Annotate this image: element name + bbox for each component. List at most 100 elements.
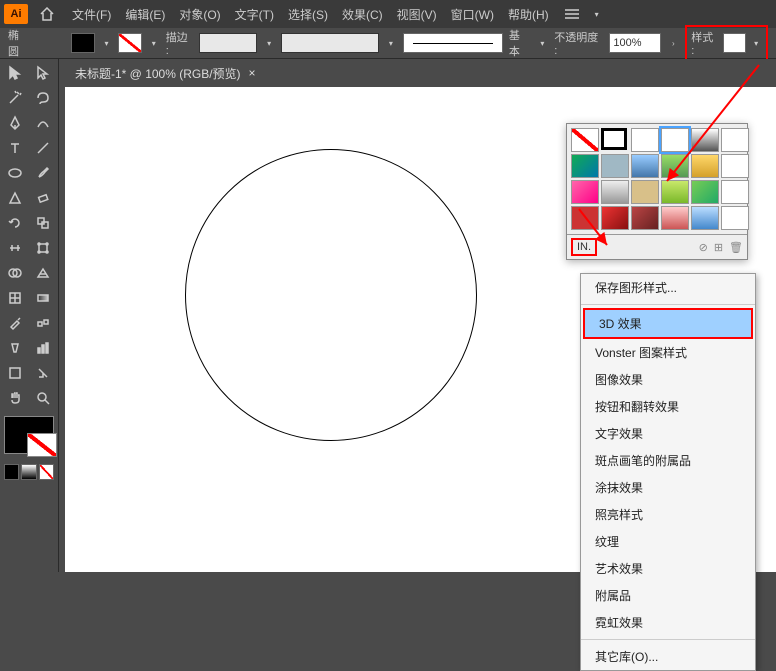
menu-window[interactable]: 窗口(W) bbox=[445, 2, 500, 27]
line-tool[interactable] bbox=[30, 136, 56, 160]
cm-additive[interactable]: 附属品 bbox=[581, 582, 755, 609]
shape-builder-tool[interactable] bbox=[2, 261, 28, 285]
artboard-tool[interactable] bbox=[2, 361, 28, 385]
menu-select[interactable]: 选择(S) bbox=[282, 2, 334, 27]
shaper-tool[interactable] bbox=[2, 186, 28, 210]
stroke-weight-input[interactable] bbox=[199, 33, 257, 53]
mode-none-icon[interactable] bbox=[39, 464, 54, 480]
ellipse-shape[interactable] bbox=[185, 149, 477, 441]
lasso-tool[interactable] bbox=[30, 86, 56, 110]
ellipse-tool[interactable] bbox=[2, 161, 28, 185]
chevron-right-icon[interactable]: › bbox=[667, 34, 679, 52]
style-thumb[interactable] bbox=[721, 206, 749, 230]
paintbrush-tool[interactable] bbox=[30, 161, 56, 185]
menu-edit[interactable]: 编辑(E) bbox=[119, 2, 171, 27]
gradient-tool[interactable] bbox=[30, 286, 56, 310]
variable-width-input[interactable] bbox=[281, 33, 379, 53]
document-tab[interactable]: 未标题-1* @ 100% (RGB/预览) × bbox=[67, 61, 264, 86]
menu-help[interactable]: 帮助(H) bbox=[502, 2, 555, 27]
eyedropper-tool[interactable] bbox=[2, 311, 28, 335]
cm-vonster[interactable]: Vonster 图案样式 bbox=[581, 339, 755, 366]
perspective-tool[interactable] bbox=[30, 261, 56, 285]
eraser-tool[interactable] bbox=[30, 186, 56, 210]
zoom-tool[interactable] bbox=[30, 386, 56, 410]
style-thumb[interactable] bbox=[631, 128, 659, 152]
direct-selection-tool[interactable] bbox=[30, 61, 56, 85]
style-thumb[interactable] bbox=[691, 154, 719, 178]
style-thumb[interactable] bbox=[661, 206, 689, 230]
chevron-down-icon[interactable]: ▾ bbox=[536, 34, 548, 52]
width-tool[interactable] bbox=[2, 236, 28, 260]
mode-color-icon[interactable] bbox=[4, 464, 19, 480]
opacity-input[interactable] bbox=[609, 33, 661, 53]
chevron-down-icon[interactable]: ▾ bbox=[101, 34, 113, 52]
style-thumb[interactable] bbox=[601, 154, 629, 178]
style-thumb[interactable] bbox=[571, 154, 599, 178]
cm-image-effects[interactable]: 图像效果 bbox=[581, 366, 755, 393]
style-thumb[interactable] bbox=[601, 206, 629, 230]
curvature-tool[interactable] bbox=[30, 111, 56, 135]
mesh-tool[interactable] bbox=[2, 286, 28, 310]
cm-neon[interactable]: 霓虹效果 bbox=[581, 609, 755, 636]
style-thumb[interactable] bbox=[571, 128, 599, 152]
scale-tool[interactable] bbox=[30, 211, 56, 235]
selection-tool[interactable] bbox=[2, 61, 28, 85]
brush-definition[interactable] bbox=[403, 33, 503, 53]
style-thumb[interactable] bbox=[721, 154, 749, 178]
slice-tool[interactable] bbox=[30, 361, 56, 385]
pen-tool[interactable] bbox=[2, 111, 28, 135]
menu-file[interactable]: 文件(F) bbox=[66, 2, 117, 27]
cm-save-style[interactable]: 保存图形样式... bbox=[581, 274, 755, 301]
menu-object[interactable]: 对象(O) bbox=[173, 2, 226, 27]
column-graph-tool[interactable] bbox=[30, 336, 56, 360]
new-style-icon[interactable]: ⊞ bbox=[714, 241, 723, 254]
mode-gradient-icon[interactable] bbox=[21, 464, 36, 480]
style-swatch[interactable] bbox=[723, 33, 747, 53]
cm-buttons[interactable]: 按钮和翻转效果 bbox=[581, 393, 755, 420]
style-thumb[interactable] bbox=[571, 206, 599, 230]
symbol-sprayer-tool[interactable] bbox=[2, 336, 28, 360]
style-thumb[interactable] bbox=[571, 180, 599, 204]
cm-texture[interactable]: 纹理 bbox=[581, 528, 755, 555]
style-thumb[interactable] bbox=[721, 128, 749, 152]
rotate-tool[interactable] bbox=[2, 211, 28, 235]
style-thumb[interactable] bbox=[631, 154, 659, 178]
color-picker[interactable] bbox=[0, 412, 58, 484]
free-transform-tool[interactable] bbox=[30, 236, 56, 260]
style-thumb[interactable] bbox=[691, 206, 719, 230]
library-menu-button[interactable]: IN. bbox=[571, 238, 597, 256]
menu-view[interactable]: 视图(V) bbox=[391, 2, 443, 27]
style-thumb[interactable] bbox=[661, 154, 689, 178]
cm-artistic[interactable]: 艺术效果 bbox=[581, 555, 755, 582]
chevron-down-icon[interactable]: ▾ bbox=[750, 34, 762, 52]
style-thumb[interactable] bbox=[661, 180, 689, 204]
fill-swatch[interactable] bbox=[71, 33, 95, 53]
type-tool[interactable] bbox=[2, 136, 28, 160]
chevron-down-icon[interactable]: ▾ bbox=[148, 34, 160, 52]
blend-tool[interactable] bbox=[30, 311, 56, 335]
cm-scribble[interactable]: 涂抹效果 bbox=[581, 474, 755, 501]
hand-tool[interactable] bbox=[2, 386, 28, 410]
cm-illuminate[interactable]: 照亮样式 bbox=[581, 501, 755, 528]
cm-other-library[interactable]: 其它库(O)... bbox=[581, 643, 755, 670]
fill-color-swatch[interactable] bbox=[4, 416, 54, 454]
magic-wand-tool[interactable] bbox=[2, 86, 28, 110]
cm-blob-brush[interactable]: 斑点画笔的附属品 bbox=[581, 447, 755, 474]
cm-3d-effects[interactable]: 3D 效果 bbox=[583, 308, 753, 339]
style-thumb[interactable] bbox=[691, 128, 719, 152]
style-thumb[interactable] bbox=[631, 206, 659, 230]
menu-text[interactable]: 文字(T) bbox=[229, 2, 280, 27]
style-thumb[interactable] bbox=[721, 180, 749, 204]
close-icon[interactable]: × bbox=[249, 66, 256, 80]
chevron-down-icon[interactable]: ▾ bbox=[263, 34, 275, 52]
trash-icon[interactable]: 🗑 bbox=[729, 241, 743, 254]
chevron-down-icon[interactable]: ▾ bbox=[591, 5, 603, 23]
style-thumb[interactable] bbox=[601, 128, 627, 150]
stroke-swatch[interactable] bbox=[118, 33, 142, 53]
cm-text-effects[interactable]: 文字效果 bbox=[581, 420, 755, 447]
chevron-down-icon[interactable]: ▾ bbox=[385, 34, 397, 52]
style-thumb[interactable] bbox=[601, 180, 629, 204]
workspace-switcher-icon[interactable] bbox=[565, 6, 589, 22]
style-thumb[interactable] bbox=[691, 180, 719, 204]
home-icon[interactable] bbox=[36, 3, 58, 25]
